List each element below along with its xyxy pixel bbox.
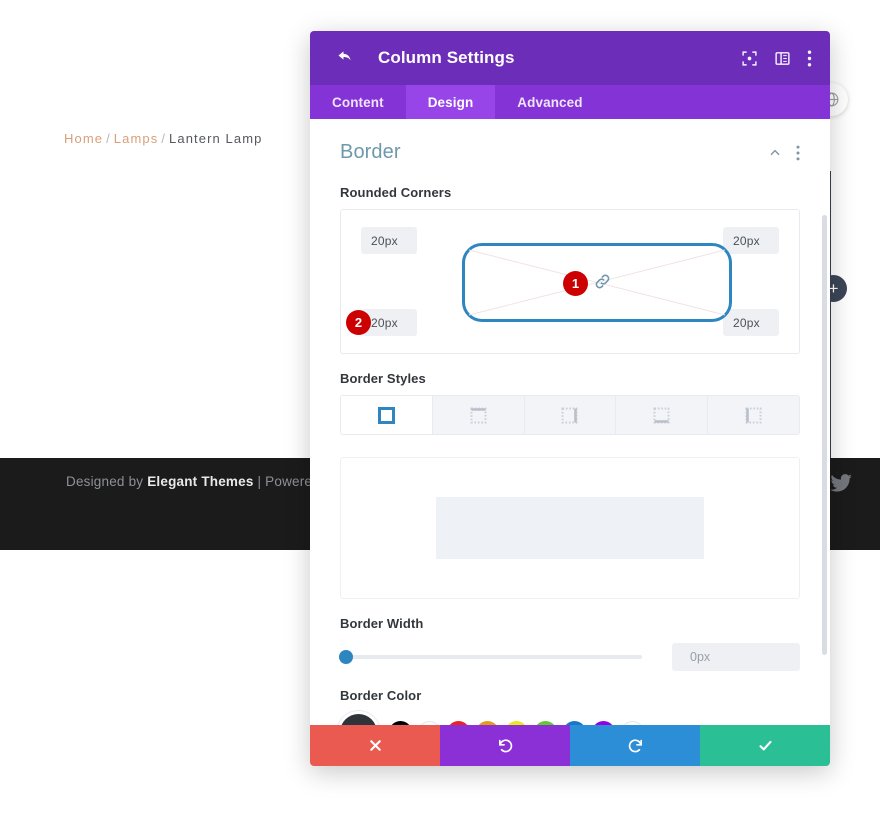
border-preview-area xyxy=(340,457,800,599)
screen: Home / Lamps / Lantern Lamp + Designed by El… xyxy=(0,0,880,828)
breadcrumb-item-current: Lantern Lamp xyxy=(169,131,263,146)
section-title-border: Border xyxy=(340,141,401,163)
tab-advanced[interactable]: Advanced xyxy=(495,85,604,119)
border-width-input[interactable]: 0px xyxy=(672,643,800,671)
settings-scroll-area: Border Rounded Corners 20px 20px 20px 20… xyxy=(310,119,830,725)
footer-brand[interactable]: Elegant Themes xyxy=(147,474,253,489)
tab-content[interactable]: Content xyxy=(310,85,406,119)
breadcrumb: Home / Lamps / Lantern Lamp xyxy=(64,131,262,146)
rounded-corners-label: Rounded Corners xyxy=(340,185,452,200)
redo-button[interactable] xyxy=(570,725,700,766)
modal-header-icons xyxy=(741,50,812,67)
back-arrow-icon[interactable] xyxy=(336,48,356,68)
border-style-all-sides[interactable] xyxy=(341,396,433,434)
border-width-row: 0px xyxy=(339,643,800,671)
breadcrumb-separator: / xyxy=(106,131,111,146)
tab-design[interactable]: Design xyxy=(405,85,496,119)
footer-prefix: Designed by xyxy=(66,474,148,489)
modal-body: Border Rounded Corners 20px 20px 20px 20… xyxy=(310,119,830,725)
border-section-header: Border xyxy=(340,119,800,168)
modal-scrollbar[interactable] xyxy=(822,215,827,655)
border-style-bottom-side[interactable] xyxy=(616,396,709,434)
modal-header: Column Settings xyxy=(310,31,830,85)
column-settings-modal: Column Settings Content Design Advanced … xyxy=(310,31,830,766)
eyedropper-icon[interactable] xyxy=(340,714,377,725)
modal-action-bar xyxy=(310,725,830,766)
corner-input-bottom-right[interactable]: 20px xyxy=(723,309,779,336)
breadcrumb-item-lamps[interactable]: Lamps xyxy=(114,131,159,146)
twitter-icon[interactable] xyxy=(828,470,854,496)
link-icon[interactable] xyxy=(593,272,612,291)
border-styles-group xyxy=(340,395,800,435)
modal-title: Column Settings xyxy=(378,48,515,67)
rounded-corners-control: 20px 20px 20px 20px 1 2 xyxy=(340,209,800,354)
border-color-swatches xyxy=(340,714,800,725)
border-preview-rect xyxy=(436,497,704,559)
breadcrumb-separator: / xyxy=(161,131,167,146)
border-style-left-side[interactable] xyxy=(708,396,799,434)
border-styles-label: Border Styles xyxy=(340,371,426,386)
annotation-badge-1: 1 xyxy=(563,271,588,296)
save-button[interactable] xyxy=(700,725,830,766)
corner-input-top-left[interactable]: 20px xyxy=(361,227,417,254)
border-color-label: Border Color xyxy=(340,688,422,703)
slider-knob[interactable] xyxy=(339,650,353,664)
footer-credit-text: Designed by Elegant Themes | Powered by xyxy=(66,474,338,489)
more-options-icon[interactable] xyxy=(807,50,812,67)
modal-tabs: Content Design Advanced xyxy=(310,85,830,119)
border-width-slider[interactable] xyxy=(339,650,642,664)
responsive-preview-icon[interactable] xyxy=(741,50,758,67)
layout-panel-icon[interactable] xyxy=(774,50,791,67)
more-options-icon[interactable] xyxy=(796,145,800,161)
section-tools xyxy=(768,145,800,161)
annotation-badge-2: 2 xyxy=(346,310,371,335)
breadcrumb-item-home[interactable]: Home xyxy=(64,131,103,146)
border-style-right-side[interactable] xyxy=(524,396,617,434)
chevron-up-icon[interactable] xyxy=(768,146,782,160)
border-width-label: Border Width xyxy=(340,616,424,631)
cancel-button[interactable] xyxy=(310,725,440,766)
undo-button[interactable] xyxy=(440,725,570,766)
corner-input-top-right[interactable]: 20px xyxy=(723,227,779,254)
border-style-top-side[interactable] xyxy=(432,396,525,434)
